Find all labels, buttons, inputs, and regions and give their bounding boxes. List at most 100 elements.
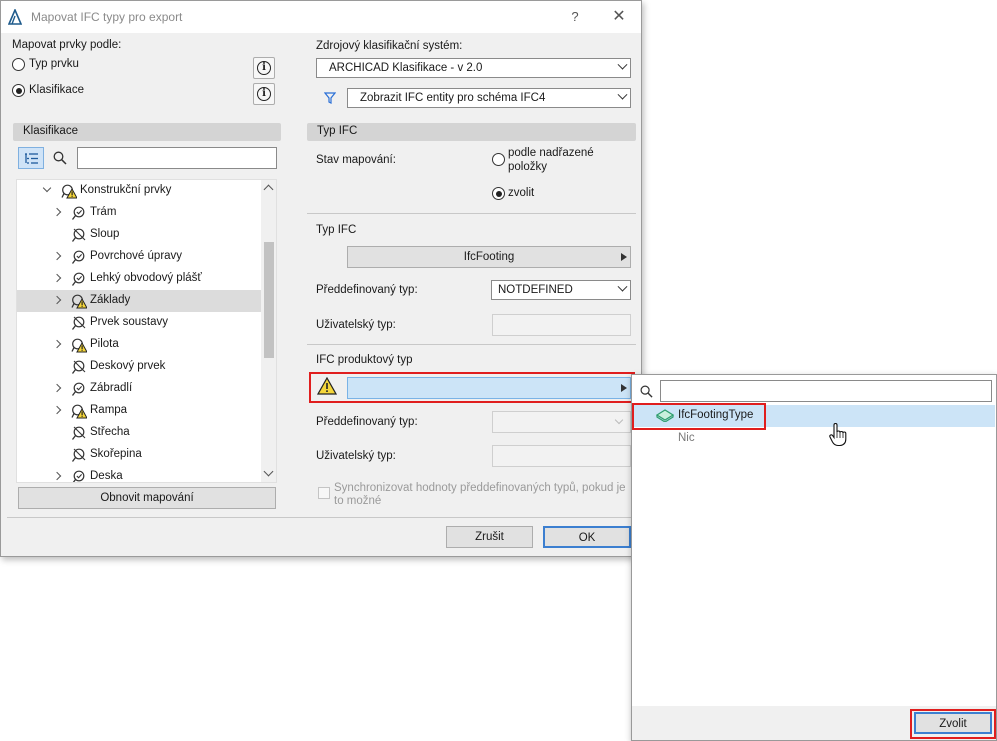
ifc-type-selector[interactable]: IfcFooting [347, 246, 631, 268]
sync-checkbox[interactable] [318, 487, 330, 499]
chevron-right-icon[interactable] [52, 273, 62, 283]
refresh-mapping-button[interactable]: Obnovit mapování [18, 487, 276, 509]
radio-choose-label[interactable]: zvolit [508, 187, 534, 199]
ifc-product-type-popup: IfcFootingType Nic Zvolit [631, 374, 997, 741]
product-type-selector[interactable] [347, 377, 631, 399]
radio-element-type-label[interactable]: Typ prvku [29, 58, 79, 70]
window-title: Mapovat IFC typy pro export [31, 10, 183, 24]
ifc-type-label: Typ IFC [316, 224, 357, 236]
predefined-type-dropdown[interactable]: NOTDEFINED [491, 280, 631, 300]
tree-item[interactable]: Konstrukční prvky [17, 180, 261, 202]
predefined-type-2-dropdown[interactable] [492, 411, 631, 433]
mapping-state-label: Stav mapování: [316, 154, 396, 166]
predefined-type-label: Předdefinovaný typ: [316, 284, 418, 296]
footer-divider [7, 517, 637, 518]
arrow-right-icon [621, 253, 627, 261]
chevron-right-icon[interactable] [52, 339, 62, 349]
product-type-label: IFC produktový typ [316, 354, 413, 366]
tree-search-input[interactable] [77, 147, 277, 169]
chevron-right-icon[interactable] [52, 383, 62, 393]
sync-label-1: Synchronizovat hodnoty předdefinovaných … [334, 482, 626, 494]
chevron-down-icon [614, 415, 624, 425]
ifc-type-header-label: Typ IFC [317, 125, 358, 137]
chevron-right-icon[interactable] [52, 295, 62, 305]
info-icon: i [257, 61, 271, 75]
user-type-2-field[interactable] [492, 445, 631, 467]
chevron-right-icon[interactable] [52, 207, 62, 217]
radio-element-type[interactable] [12, 58, 25, 71]
scroll-down-arrow[interactable] [263, 466, 274, 477]
tree-item[interactable]: Zábradlí [17, 378, 261, 400]
mapped-icon [71, 381, 87, 397]
ifc-type-value: IfcFooting [463, 251, 515, 263]
tree-item-label: Trám [90, 206, 117, 218]
predefined-type-value: NOTDEFINED [498, 284, 573, 296]
source-system-dropdown[interactable]: ARCHICAD Klasifikace - v 2.0 [316, 58, 631, 78]
tree-item[interactable]: Trám [17, 202, 261, 224]
chevron-down-icon [617, 89, 628, 100]
warning-icon [71, 337, 88, 353]
tree-item-label: Prvek soustavy [90, 316, 168, 328]
tree-item[interactable]: Střecha [17, 422, 261, 444]
unmapped-icon [71, 359, 87, 375]
user-type-field[interactable] [492, 314, 631, 336]
tree-item[interactable]: Pilota [17, 334, 261, 356]
help-button[interactable]: ? [567, 7, 583, 27]
divider [307, 344, 636, 345]
scroll-up-arrow[interactable] [263, 184, 274, 195]
unmapped-icon [71, 227, 87, 243]
choose-button[interactable]: Zvolit [914, 712, 992, 734]
tree-item[interactable]: Sloup [17, 224, 261, 246]
radio-classification-label[interactable]: Klasifikace [29, 84, 84, 96]
tree-item[interactable]: Deskový prvek [17, 356, 261, 378]
radio-by-parent-label-1[interactable]: podle nadřazené [508, 147, 594, 159]
radio-choose[interactable] [492, 187, 505, 200]
tree-view-toggle-button[interactable] [18, 147, 44, 169]
search-icon [640, 385, 653, 398]
tree-item[interactable]: Skořepina [17, 444, 261, 466]
chevron-right-icon[interactable] [52, 251, 62, 261]
search-icon [53, 151, 67, 165]
schema-filter-value: Zobrazit IFC entity pro schéma IFC4 [360, 92, 546, 104]
cancel-button[interactable]: Zrušit [446, 526, 533, 548]
mapped-icon [71, 469, 87, 482]
info-button-classification[interactable]: i [253, 83, 275, 105]
radio-by-parent[interactable] [492, 153, 505, 166]
warning-icon [61, 183, 78, 199]
chevron-down-icon [617, 59, 628, 70]
info-button-type[interactable]: i [253, 57, 275, 79]
tree-list-icon [25, 153, 38, 164]
radio-classification[interactable] [12, 84, 25, 97]
popup-search-input[interactable] [660, 380, 992, 402]
list-item-nothing[interactable]: Nic [678, 432, 695, 444]
ok-button[interactable]: OK [543, 526, 631, 548]
chevron-down-icon [617, 281, 628, 292]
chevron-right-icon[interactable] [52, 471, 62, 481]
tree-item[interactable]: Rampa [17, 400, 261, 422]
close-button[interactable]: ✕ [609, 7, 629, 27]
chevron-right-icon[interactable] [52, 405, 62, 415]
unmapped-icon [71, 315, 87, 331]
chevron-down-icon[interactable] [42, 183, 52, 193]
scroll-thumb[interactable] [264, 242, 274, 358]
tree-scrollbar[interactable] [261, 180, 276, 482]
archicad-app-icon [8, 9, 22, 25]
map-by-label: Mapovat prvky podle: [12, 39, 122, 51]
tree-header-label: Klasifikace [23, 125, 78, 137]
mapped-icon [71, 205, 87, 221]
tree-item[interactable]: Deska [17, 466, 261, 482]
title-bar[interactable]: Mapovat IFC typy pro export ? ✕ [1, 1, 641, 33]
user-type-2-label: Uživatelský typ: [316, 450, 396, 462]
hand-cursor-icon [829, 423, 847, 447]
tree-item[interactable]: Prvek soustavy [17, 312, 261, 334]
user-type-label: Uživatelský typ: [316, 319, 396, 331]
ifc-type-icon [656, 409, 674, 422]
classification-tree[interactable]: Konstrukční prvky Trám Sloup Povrchové úpra… [16, 179, 277, 483]
tree-item[interactable]: Lehký obvodový plášť [17, 268, 261, 290]
tree-item[interactable]: Povrchové úpravy [17, 246, 261, 268]
tree-item-label: Pilota [90, 338, 119, 350]
schema-filter-dropdown[interactable]: Zobrazit IFC entity pro schéma IFC4 [347, 88, 631, 108]
tree-item-label: Povrchové úpravy [90, 250, 183, 262]
radio-by-parent-label-2[interactable]: položky [508, 161, 547, 173]
tree-item[interactable]: Základy [17, 290, 261, 312]
